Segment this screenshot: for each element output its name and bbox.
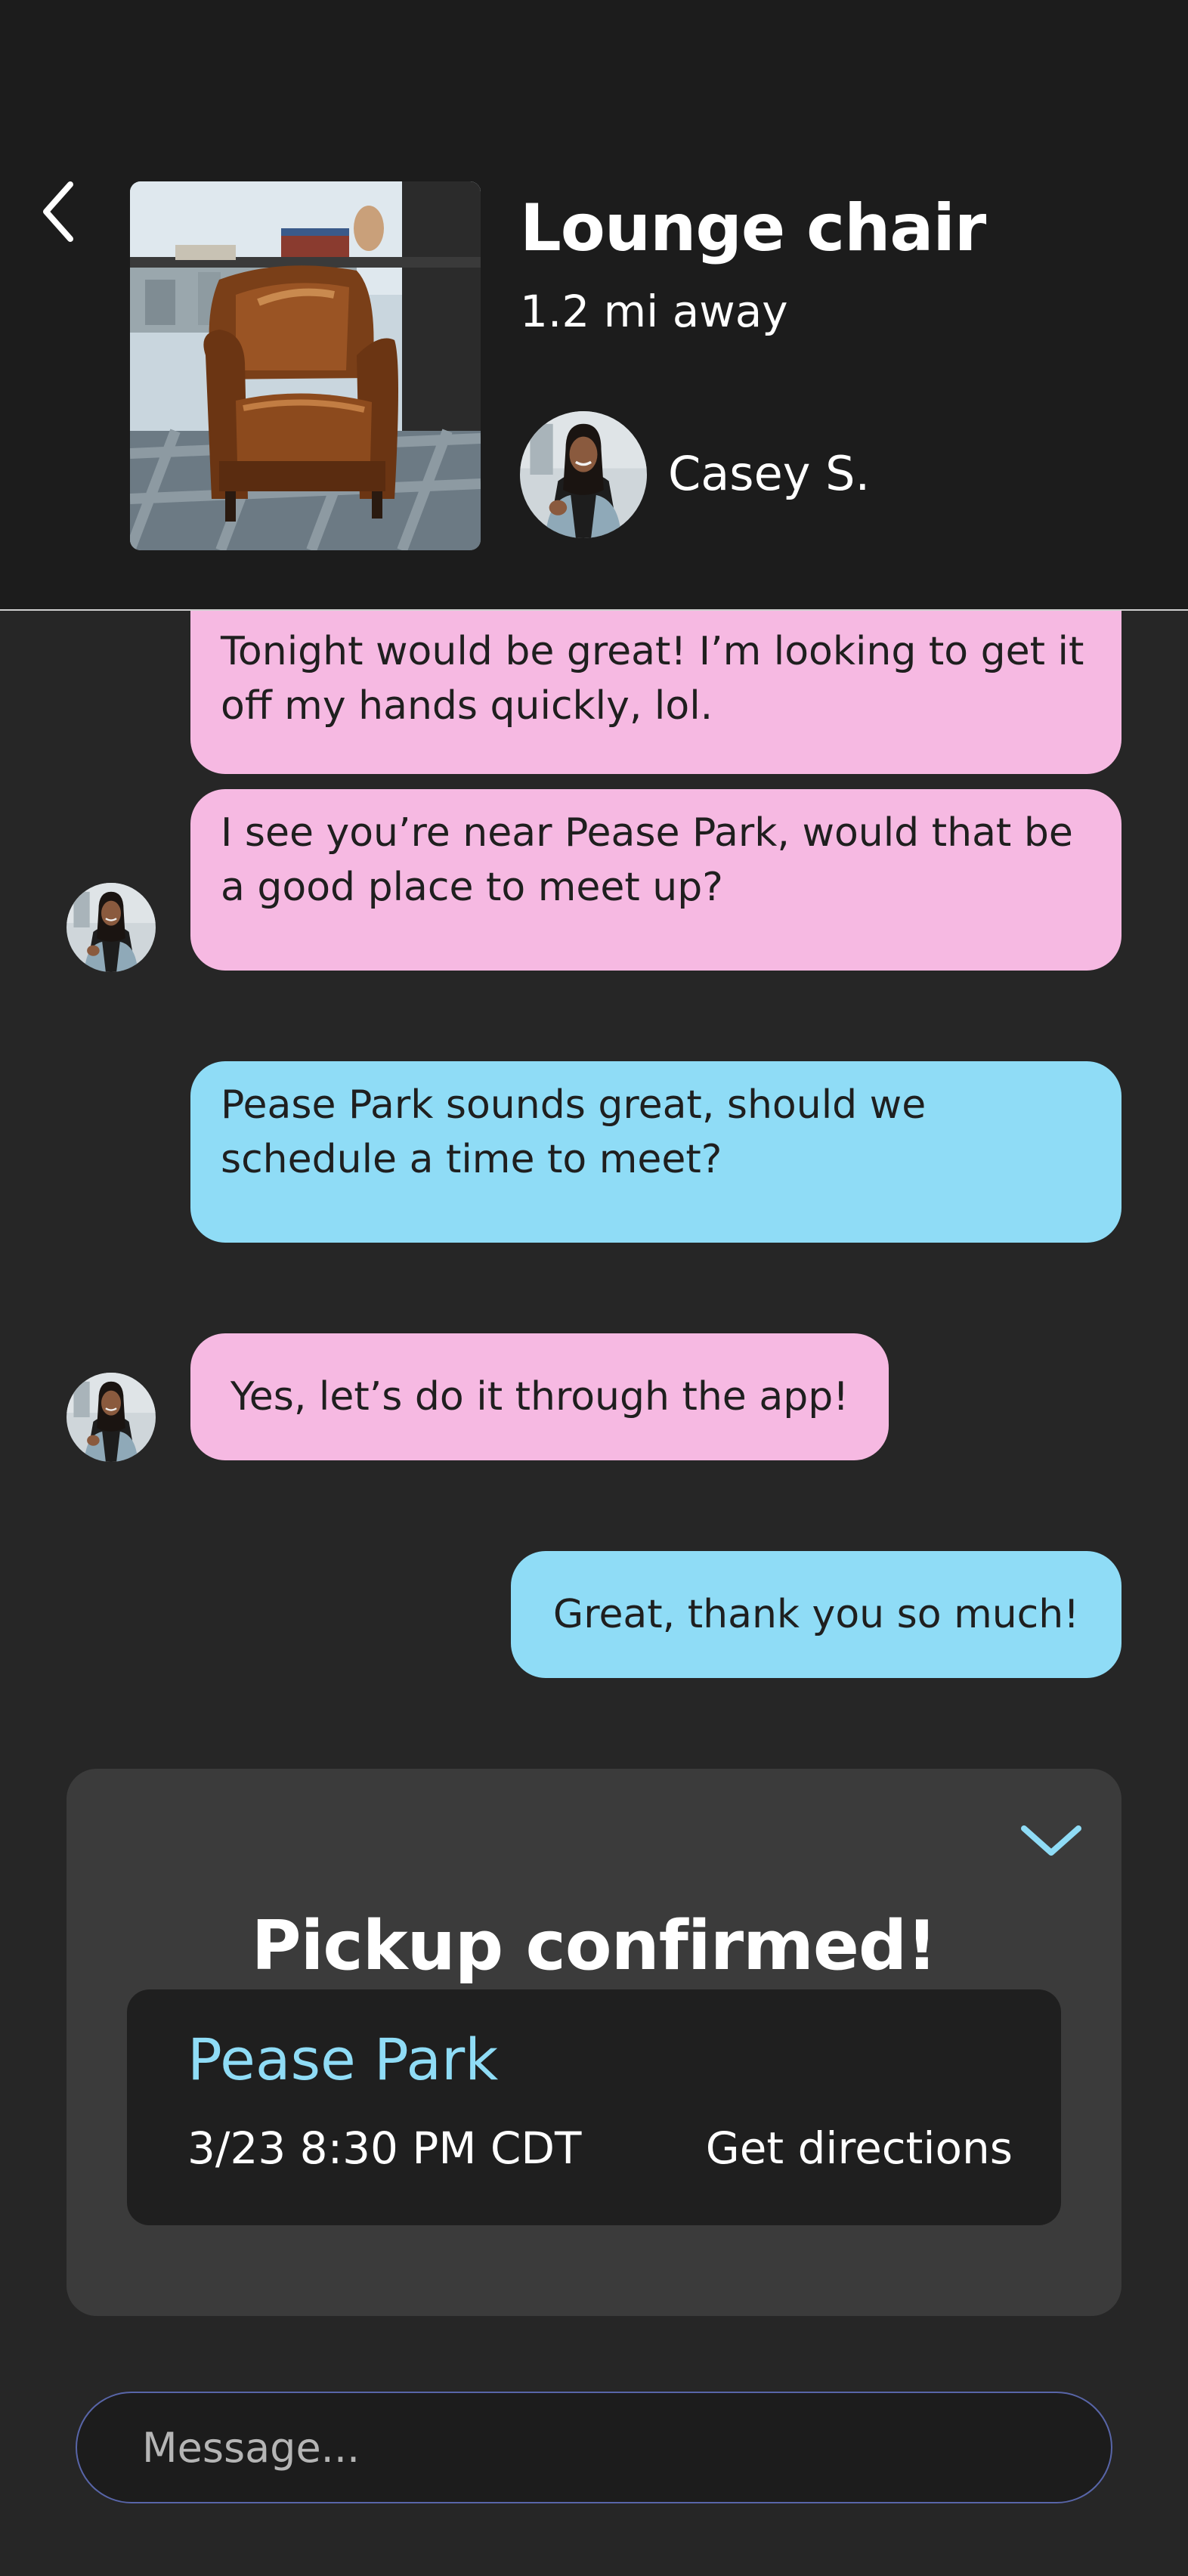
get-directions-link[interactable]: Get directions [706,2122,1013,2174]
listing-photo[interactable] [130,181,481,550]
listing-title: Lounge chair [520,190,986,266]
sender-avatar [67,1373,156,1462]
pickup-heading: Pickup confirmed! [251,1906,938,1986]
message-composer [76,2392,1112,2503]
message-bubble-sent: Great, thank you so much! [511,1551,1121,1678]
listing-distance: 1.2 mi away [520,286,788,337]
collapse-card-button[interactable] [1017,1814,1085,1867]
sender-avatar [67,883,156,972]
chevron-left-icon [43,181,73,242]
chevron-down-icon [1021,1825,1081,1856]
message-bubble-received: Yes, let’s do it through the app! [190,1333,889,1460]
seller-name[interactable]: Casey S. [668,446,870,501]
seller-avatar[interactable] [520,411,647,538]
message-bubble-sent: Pease Park sounds great, should we sched… [190,1061,1121,1243]
pickup-confirmation-card: Pickup confirmed! Pease Park 3/23 8:30 P… [67,1769,1121,2316]
message-input[interactable] [141,2423,1050,2472]
pickup-details: Pease Park 3/23 8:30 PM CDT Get directio… [127,1989,1061,2225]
pickup-location[interactable]: Pease Park [187,2026,498,2093]
message-bubble-received: I see you’re near Pease Park, would that… [190,789,1121,971]
back-button[interactable] [30,174,85,249]
pickup-datetime: 3/23 8:30 PM CDT [187,2122,582,2174]
listing-header: Lounge chair 1.2 mi away Casey S. [0,0,1188,611]
